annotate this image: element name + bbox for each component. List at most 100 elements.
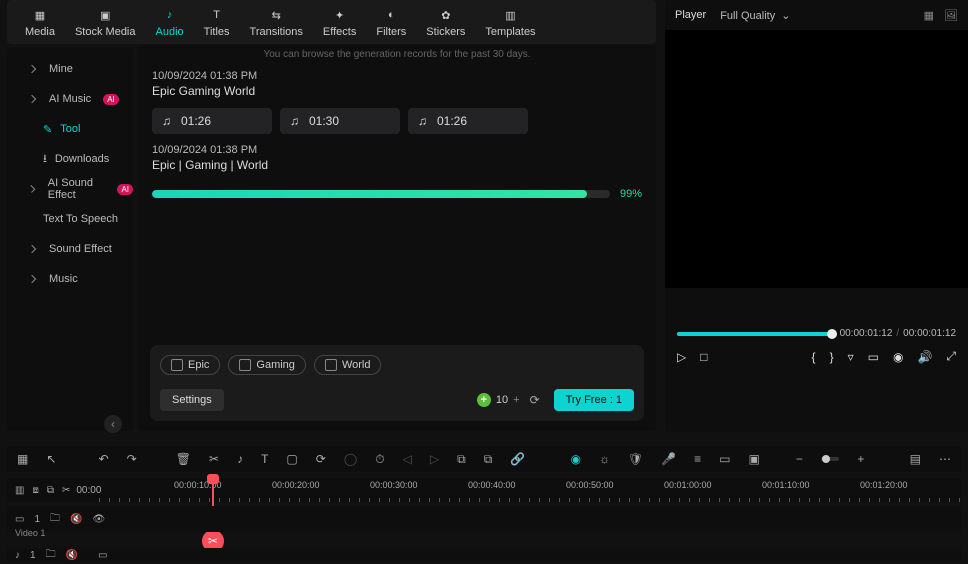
snapshot-icon[interactable]: ◉	[893, 350, 903, 364]
redo-button[interactable]: ↷	[127, 452, 137, 466]
track-height-icon[interactable]: ▤	[910, 452, 921, 466]
prompt-tag[interactable]: World	[314, 355, 382, 375]
timer-icon[interactable]: ⏱	[375, 452, 384, 467]
zoom-out-button[interactable]: −	[796, 452, 803, 466]
zoom-in-button[interactable]: +	[857, 452, 864, 466]
speed-icon[interactable]: ⟳	[316, 452, 326, 466]
sidebar-item-ai-sound-effect[interactable]: AI Sound Effect	[7, 174, 133, 204]
tab-filters[interactable]: ◐Filters	[376, 6, 406, 38]
split-button[interactable]: ✂	[209, 452, 219, 466]
keyframe-fwd-icon[interactable]: ▷	[430, 452, 439, 466]
audio-icon: ♪	[161, 6, 179, 24]
sidebar-item-downloads[interactable]: ⭳Downloads	[7, 144, 133, 174]
shield-icon[interactable]: 🛡	[628, 452, 643, 466]
preview-viewport[interactable]	[665, 30, 968, 288]
timeline-ruler[interactable]: ▥ ⧈ ⧉ ✂ 00:00 00:00:10:0000:00:20:0000:0…	[7, 478, 961, 502]
ungroup-icon[interactable]: ⧉	[484, 452, 493, 467]
zoom-thumb[interactable]	[822, 455, 830, 463]
volume-icon[interactable]: 🔊	[917, 350, 932, 364]
timeline-toolbar: ▦ ↖ ↶ ↷ 🗑 ✂ ♪ T ▢ ⟳ ◯ ⏱ ◁ ▷ ⧉ ⧉ 🔗 ◉ ☼ 🛡 …	[7, 446, 961, 472]
tab-media[interactable]: ▦Media	[25, 6, 55, 38]
sidebar-item-text-to-speech[interactable]: Text To Speech	[7, 204, 133, 234]
fullscreen-icon[interactable]: ⤢	[946, 349, 956, 364]
mixer-icon[interactable]: ≡	[694, 452, 701, 466]
sidebar-item-tool[interactable]: ✎Tool	[7, 114, 133, 144]
refresh-icon[interactable]: ⟳	[530, 393, 544, 407]
plus-icon[interactable]: +	[513, 394, 519, 406]
tab-transitions[interactable]: ⇆Transitions	[250, 6, 303, 38]
tab-stock-media[interactable]: ▣Stock Media	[75, 6, 136, 38]
clip-item[interactable]: ♫01:26	[408, 108, 528, 134]
music-note-icon: ♫	[162, 114, 171, 128]
clip-item[interactable]: ♫01:30	[280, 108, 400, 134]
link-track-icon[interactable]: ⧉	[47, 485, 54, 496]
layout-icon[interactable]: ▦	[17, 452, 28, 466]
tab-effects[interactable]: ✦Effects	[323, 6, 356, 38]
tab-label: Filters	[376, 26, 406, 38]
sidebar-item-music[interactable]: Music	[7, 264, 133, 294]
try-free-button[interactable]: Try Free : 1	[554, 389, 634, 411]
ruler-mark: 00:01:00:00	[664, 480, 712, 490]
video-icon: ▭	[15, 514, 24, 525]
sidebar-item-sound-effect[interactable]: Sound Effect	[7, 234, 133, 264]
settings-button[interactable]: Settings	[160, 389, 224, 411]
mic-icon[interactable]: 🎤	[661, 452, 676, 466]
sidebar-item-mine[interactable]: Mine	[7, 54, 133, 84]
stop-button[interactable]: □	[700, 350, 707, 364]
crop-tool-icon[interactable]: ▢	[286, 452, 297, 466]
tab-templates[interactable]: ▥Templates	[485, 6, 535, 38]
mark-out-button[interactable]: }	[830, 350, 834, 364]
tag-label: World	[342, 359, 371, 371]
mute-icon[interactable]: 🔇	[70, 514, 82, 525]
audio-edit-icon[interactable]: ♪	[237, 452, 243, 466]
magnet-icon[interactable]: ⧈	[32, 485, 38, 496]
marker-tool-icon[interactable]: ✂	[62, 485, 70, 496]
zoom-slider[interactable]	[821, 457, 840, 461]
progress-fill	[152, 190, 587, 198]
seek-slider[interactable]	[677, 332, 832, 336]
marker-dropdown[interactable]: ▿	[848, 350, 854, 364]
seek-thumb[interactable]	[827, 329, 837, 339]
keyframe-back-icon[interactable]: ◁	[403, 452, 412, 466]
more-icon[interactable]: ⋯	[939, 452, 951, 466]
wand-icon: ✎	[43, 123, 52, 136]
tab-stickers[interactable]: ✿Stickers	[426, 6, 465, 38]
prompt-actions: Settings +10+ ⟳ Try Free : 1	[160, 389, 634, 411]
preview-panel: Player Full Quality⌄ ▦ 🖼 00:00:01:12/00:…	[665, 0, 968, 432]
prompt-tag[interactable]: Epic	[160, 355, 220, 375]
lock-icon[interactable]: 👁	[92, 514, 105, 525]
track-add-icon[interactable]: ▥	[15, 485, 24, 496]
track-number: 1	[34, 514, 40, 525]
transitions-icon: ⇆	[267, 6, 285, 24]
ai-icon[interactable]: ◉	[570, 452, 580, 466]
mark-in-button[interactable]: {	[812, 350, 816, 364]
ai-music-panel: You can browse the generation records fo…	[138, 45, 656, 431]
mute-icon[interactable]: 🔇	[66, 550, 78, 561]
undo-button[interactable]: ↶	[99, 452, 109, 466]
text-edit-icon[interactable]: T	[261, 452, 268, 466]
seek-row: 00:00:01:12/00:00:01:12	[677, 328, 956, 339]
group-icon[interactable]: ⧉	[457, 452, 466, 467]
waveform-icon[interactable]: ▭	[98, 550, 107, 561]
collapse-sidebar-button[interactable]: ‹	[104, 415, 122, 433]
brightness-icon[interactable]: ☼	[599, 452, 610, 466]
folder-icon[interactable]: 🗀	[50, 511, 60, 528]
folder-icon[interactable]: 🗀	[46, 547, 56, 564]
delete-button[interactable]: 🗑	[176, 452, 191, 466]
cursor-icon[interactable]: ↖	[46, 452, 56, 466]
link-icon[interactable]: 🔗	[510, 452, 525, 466]
sidebar-item-ai-music[interactable]: AI Music	[7, 84, 133, 114]
tab-titles[interactable]: TTitles	[204, 6, 230, 38]
crop-icon[interactable]: ▭	[868, 350, 879, 364]
tab-audio[interactable]: ♪Audio	[156, 6, 184, 38]
record-icon[interactable]: ▭	[719, 452, 730, 466]
caption-icon[interactable]: ▣	[749, 452, 760, 466]
color-icon[interactable]: ◯	[344, 452, 357, 466]
clip-item[interactable]: ♫01:26	[152, 108, 272, 134]
quality-dropdown[interactable]: Full Quality⌄	[720, 9, 790, 22]
grid-icon[interactable]: ▦	[924, 9, 934, 22]
picture-icon[interactable]: 🖼	[944, 9, 958, 22]
prompt-tag[interactable]: Gaming	[228, 355, 306, 375]
play-button[interactable]: ▷	[677, 350, 686, 364]
audio-track-icon: ♪	[15, 550, 20, 561]
